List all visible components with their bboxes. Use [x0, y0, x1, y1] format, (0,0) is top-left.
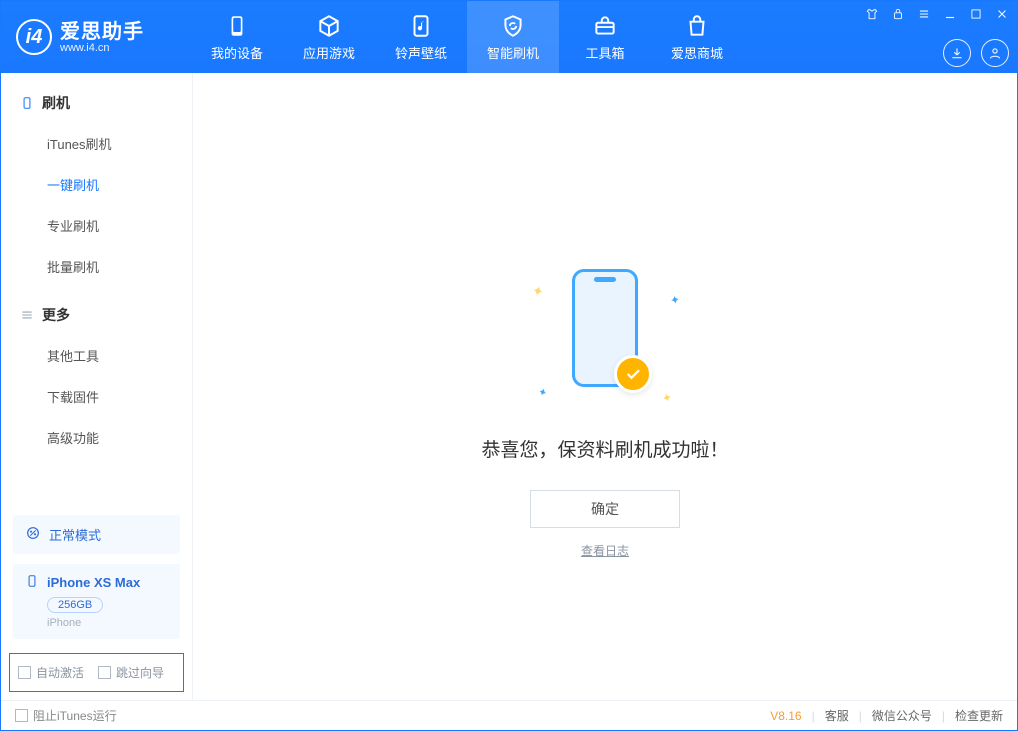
body: 刷机 iTunes刷机 一键刷机 专业刷机 批量刷机 更多 其他工具 下载固件 …: [1, 73, 1017, 700]
sidebar-group-flash: 刷机: [1, 83, 192, 123]
close-button[interactable]: [993, 5, 1011, 23]
menu-icon[interactable]: [915, 5, 933, 23]
device-type: iPhone: [47, 617, 168, 629]
sidebar-group-more: 更多: [1, 295, 192, 335]
checkbox-label: 自动激活: [36, 664, 84, 681]
success-check-badge-icon: [614, 355, 652, 393]
checkbox-icon: [18, 666, 31, 679]
titlebar: i4 爱思助手 www.i4.cn 我的设备 应用游戏 铃声壁纸 智能刷机: [1, 1, 1017, 73]
main-content: ✦ ✦ ✦ ✦ 恭喜您，保资料刷机成功啦！ 确定 查看日志: [193, 73, 1017, 700]
sidebar-group-title: 刷机: [42, 93, 70, 113]
logo-block: i4 爱思助手 www.i4.cn: [1, 1, 191, 73]
maximize-button[interactable]: [967, 5, 985, 23]
note-file-icon: [408, 13, 434, 39]
statusbar: 阻止iTunes运行 V8.16 | 客服 | 微信公众号 | 检查更新: [1, 700, 1017, 730]
sidebar-item-other-tools[interactable]: 其他工具: [1, 335, 192, 376]
version-label: V8.16: [770, 709, 801, 723]
nav-my-device[interactable]: 我的设备: [191, 1, 283, 73]
toolbox-icon: [592, 13, 618, 39]
phone-icon: [224, 13, 250, 39]
brand-name: 爱思助手: [60, 21, 144, 43]
logo-text: 爱思助手 www.i4.cn: [60, 21, 144, 54]
success-message: 恭喜您，保资料刷机成功啦！: [481, 435, 728, 462]
nav-label: 铃声壁纸: [395, 43, 447, 62]
view-log-link[interactable]: 查看日志: [581, 542, 629, 559]
nav-label: 爱思商城: [671, 43, 723, 62]
checkbox-label: 阻止iTunes运行: [33, 707, 117, 724]
lock-icon[interactable]: [889, 5, 907, 23]
more-icon: [19, 308, 34, 323]
mode-label: 正常模式: [49, 525, 101, 544]
header-right-actions: [943, 39, 1009, 67]
success-illustration: ✦ ✦ ✦ ✦: [520, 263, 690, 413]
mode-icon: [25, 525, 41, 544]
status-link-support[interactable]: 客服: [825, 707, 849, 724]
account-button[interactable]: [981, 39, 1009, 67]
nav-apps-games[interactable]: 应用游戏: [283, 1, 375, 73]
checkbox-label: 跳过向导: [116, 664, 164, 681]
device-card[interactable]: iPhone XS Max 256GB iPhone: [13, 564, 180, 639]
window-controls: [863, 5, 1011, 23]
sidebar-item-oneclick-flash[interactable]: 一键刷机: [1, 164, 192, 205]
sparkle-icon: ✦: [669, 292, 681, 308]
sidebar-item-itunes-flash[interactable]: iTunes刷机: [1, 123, 192, 164]
nav-toolbox[interactable]: 工具箱: [559, 1, 651, 73]
auto-activate-checkbox[interactable]: 自动激活: [18, 664, 84, 681]
bag-icon: [684, 13, 710, 39]
logo-icon: i4: [16, 19, 52, 55]
nav-label: 应用游戏: [303, 43, 355, 62]
sparkle-icon: ✦: [530, 282, 546, 301]
sparkle-icon: ✦: [536, 385, 549, 400]
nav-smart-flash[interactable]: 智能刷机: [467, 1, 559, 73]
tshirt-icon[interactable]: [863, 5, 881, 23]
sidebar-group-title: 更多: [42, 305, 70, 325]
device-name: iPhone XS Max: [47, 575, 140, 590]
ok-button[interactable]: 确定: [530, 490, 680, 528]
skip-guide-checkbox[interactable]: 跳过向导: [98, 664, 164, 681]
device-phone-icon: [25, 574, 39, 591]
sidebar-item-batch-flash[interactable]: 批量刷机: [1, 246, 192, 287]
sidebar-item-advanced[interactable]: 高级功能: [1, 417, 192, 458]
status-link-wechat[interactable]: 微信公众号: [872, 707, 932, 724]
nav-ringtone-wallpaper[interactable]: 铃声壁纸: [375, 1, 467, 73]
app-window: i4 爱思助手 www.i4.cn 我的设备 应用游戏 铃声壁纸 智能刷机: [0, 0, 1018, 731]
flash-options-highlight: 自动激活 跳过向导: [9, 653, 184, 692]
cube-icon: [316, 13, 342, 39]
nav-label: 工具箱: [585, 43, 624, 62]
block-itunes-checkbox[interactable]: 阻止iTunes运行: [15, 707, 117, 724]
nav-store[interactable]: 爱思商城: [651, 1, 743, 73]
nav-label: 智能刷机: [487, 43, 539, 62]
device-mode-badge[interactable]: 正常模式: [13, 515, 180, 554]
minimize-button[interactable]: [941, 5, 959, 23]
sidebar-item-pro-flash[interactable]: 专业刷机: [1, 205, 192, 246]
nav-label: 我的设备: [211, 43, 263, 62]
sparkle-icon: ✦: [660, 390, 673, 406]
checkbox-icon: [15, 709, 28, 722]
checkbox-icon: [98, 666, 111, 679]
device-icon: [19, 96, 34, 111]
sidebar: 刷机 iTunes刷机 一键刷机 专业刷机 批量刷机 更多 其他工具 下载固件 …: [1, 73, 193, 700]
shield-refresh-icon: [500, 13, 526, 39]
status-link-update[interactable]: 检查更新: [955, 707, 1003, 724]
device-capacity: 256GB: [47, 597, 103, 613]
download-button[interactable]: [943, 39, 971, 67]
brand-url: www.i4.cn: [60, 43, 144, 54]
main-nav: 我的设备 应用游戏 铃声壁纸 智能刷机 工具箱 爱思商城: [191, 1, 743, 73]
sidebar-item-download-firmware[interactable]: 下载固件: [1, 376, 192, 417]
